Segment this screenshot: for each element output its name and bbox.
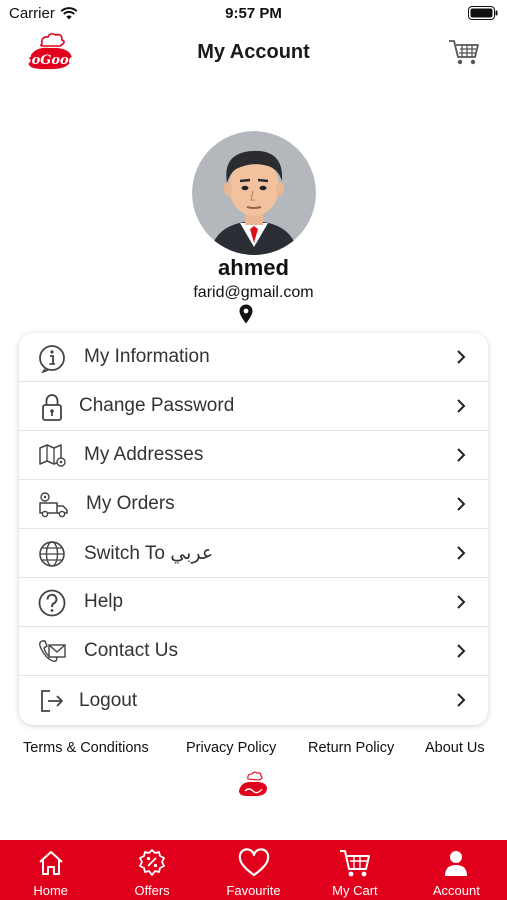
offers-icon xyxy=(135,847,169,879)
tab-label: Account xyxy=(432,883,480,898)
status-bar: Carrier 9:57 PM xyxy=(0,0,507,28)
tab-label: Home xyxy=(33,883,69,898)
contact-icon xyxy=(37,637,67,667)
map-icon xyxy=(37,441,67,471)
menu-item-my-information[interactable]: My Information xyxy=(19,333,488,382)
location-pin-icon[interactable] xyxy=(238,304,254,324)
chevron-right-icon xyxy=(457,350,466,364)
tab-account[interactable]: Account xyxy=(406,840,507,900)
menu-item-label: Contact Us xyxy=(84,640,178,661)
menu-item-contact-us[interactable]: Contact Us xyxy=(19,627,488,676)
menu-item-switch-language[interactable]: Switch To عربي xyxy=(19,529,488,578)
battery-icon xyxy=(468,6,498,20)
tab-label: Favourite xyxy=(226,883,281,898)
menu-item-label: My Addresses xyxy=(84,444,204,465)
menu-item-logout[interactable]: Logout xyxy=(19,676,488,725)
chevron-right-icon xyxy=(457,693,466,707)
tab-favourite[interactable]: Favourite xyxy=(203,840,304,900)
user-icon xyxy=(439,847,473,879)
menu-item-label: Switch To عربي xyxy=(84,542,214,564)
tab-home[interactable]: Home xyxy=(0,840,101,900)
home-icon xyxy=(34,847,68,879)
bottom-tab-bar: Home Offers Favourite My Cart Account xyxy=(0,840,507,900)
globe-icon xyxy=(37,539,67,569)
help-icon xyxy=(37,588,67,618)
heart-icon xyxy=(237,847,271,879)
profile-name: ahmed xyxy=(218,255,289,280)
delivery-truck-icon xyxy=(37,490,71,520)
menu-item-my-addresses[interactable]: My Addresses xyxy=(19,431,488,480)
page-title: My Account xyxy=(197,41,310,63)
about-us-link[interactable]: About Us xyxy=(425,740,485,756)
avatar[interactable] xyxy=(192,131,316,255)
account-menu: My Information Change Password My Addres… xyxy=(19,333,488,725)
chevron-right-icon xyxy=(457,546,466,560)
info-icon xyxy=(37,343,67,373)
menu-item-label: My Orders xyxy=(86,493,175,514)
header: SoGood My Account xyxy=(0,28,507,78)
menu-item-label: Help xyxy=(84,591,124,612)
menu-item-label: My Information xyxy=(84,346,210,367)
terms-link[interactable]: Terms & Conditions xyxy=(23,740,149,756)
tab-offers[interactable]: Offers xyxy=(101,840,202,900)
return-policy-link[interactable]: Return Policy xyxy=(308,740,394,756)
chevron-right-icon xyxy=(457,497,466,511)
menu-item-help[interactable]: Help xyxy=(19,578,488,627)
header-cart-button[interactable] xyxy=(447,36,481,68)
chevron-right-icon xyxy=(457,644,466,658)
menu-item-label: Logout xyxy=(79,689,138,711)
menu-item-label: Change Password xyxy=(79,395,235,416)
status-time: 9:57 PM xyxy=(225,5,282,22)
cart-icon xyxy=(449,40,479,65)
profile-email: farid@gmail.com xyxy=(193,284,314,301)
lock-icon xyxy=(37,392,67,422)
chevron-right-icon xyxy=(457,595,466,609)
cart-icon xyxy=(338,847,372,879)
tab-label: Offers xyxy=(134,883,170,898)
menu-item-my-orders[interactable]: My Orders xyxy=(19,480,488,529)
logout-icon xyxy=(37,686,67,716)
privacy-policy-link[interactable]: Privacy Policy xyxy=(186,740,276,756)
chevron-right-icon xyxy=(457,448,466,462)
tab-label: My Cart xyxy=(332,883,378,898)
footer-links: Terms & Conditions Privacy Policy Return… xyxy=(0,740,507,760)
tab-my-cart[interactable]: My Cart xyxy=(304,840,405,900)
sogood-footer-logo xyxy=(236,770,270,800)
menu-item-change-password[interactable]: Change Password xyxy=(19,382,488,431)
chevron-right-icon xyxy=(457,399,466,413)
